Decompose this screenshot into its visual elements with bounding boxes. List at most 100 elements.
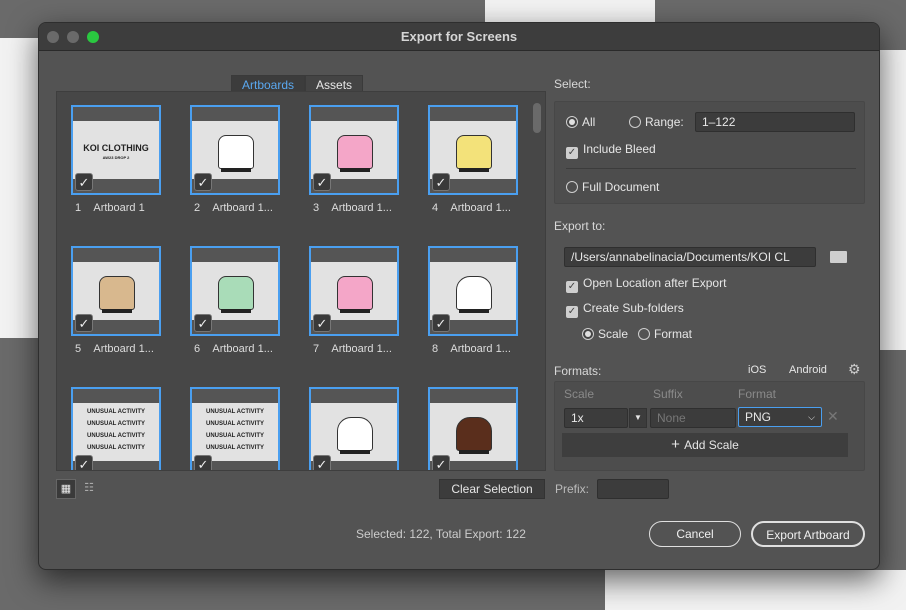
radio-icon bbox=[566, 116, 578, 128]
artboard-checkbox[interactable]: ✓ bbox=[194, 173, 212, 191]
artboard-thumbnail[interactable]: KOI CLOTHING AW23 DROP 2 ✓ bbox=[71, 105, 161, 195]
open-location-label: Open Location after Export bbox=[583, 276, 727, 290]
format-label: Format bbox=[654, 327, 693, 341]
remove-scale-icon[interactable]: ✕ bbox=[827, 408, 839, 425]
artboard-label: 7 Artboard 1... bbox=[313, 343, 392, 355]
artboard-checkbox[interactable]: ✓ bbox=[432, 455, 450, 470]
cancel-button[interactable]: Cancel bbox=[649, 521, 741, 547]
check-icon: ✓ bbox=[566, 147, 578, 159]
artboard-thumbnail[interactable]: ✓ bbox=[309, 246, 399, 336]
prefix-input[interactable] bbox=[597, 479, 669, 499]
zoom-window-button[interactable] bbox=[87, 31, 99, 43]
artboard-checkbox[interactable]: ✓ bbox=[194, 455, 212, 470]
sub-folders-label: Create Sub-folders bbox=[583, 301, 684, 315]
artboard-name: Artboard 1 bbox=[93, 202, 145, 214]
artboard-thumbnail[interactable]: ✓ bbox=[190, 105, 280, 195]
artboard-name: Artboard 1... bbox=[331, 202, 392, 214]
artboard-checkbox[interactable]: ✓ bbox=[313, 455, 331, 470]
artboard-checkbox[interactable]: ✓ bbox=[432, 314, 450, 332]
export-artboard-button[interactable]: Export Artboard bbox=[751, 521, 865, 547]
scale-input[interactable]: 1x bbox=[564, 408, 628, 428]
artboard-label: 3 Artboard 1... bbox=[313, 202, 392, 214]
artboard-name: Artboard 1... bbox=[331, 343, 392, 355]
artboard-thumbnail[interactable]: ✓ bbox=[428, 105, 518, 195]
select-label: Select: bbox=[554, 77, 591, 91]
full-document-radio[interactable]: Full Document bbox=[566, 180, 659, 194]
artboard-checkbox[interactable]: ✓ bbox=[75, 314, 93, 332]
check-icon: ✓ bbox=[566, 306, 578, 318]
all-radio[interactable]: All bbox=[566, 115, 595, 129]
check-icon: ✓ bbox=[566, 281, 578, 293]
selection-status: Selected: 122, Total Export: 122 bbox=[356, 527, 526, 541]
hoodie-illustration bbox=[337, 417, 373, 454]
artboard-checkbox[interactable]: ✓ bbox=[194, 314, 212, 332]
title-bar: Export for Screens bbox=[39, 23, 879, 51]
sub-folders-checkbox[interactable]: ✓ Create Sub-folders bbox=[566, 301, 684, 318]
artboard-preview: UNUSUAL ACTIVITY UNUSUAL ACTIVITY UNUSUAL … bbox=[73, 403, 159, 461]
artboard-thumbnail[interactable]: ✓ bbox=[190, 246, 280, 336]
artboard-checkbox[interactable]: ✓ bbox=[313, 173, 331, 191]
artboard-preview bbox=[430, 262, 516, 320]
grid-view-icon[interactable]: ▦ bbox=[56, 479, 76, 499]
artboard-label: 5 Artboard 1... bbox=[75, 343, 154, 355]
artboard-number: 5 bbox=[75, 343, 82, 355]
sweater-illustration bbox=[99, 276, 135, 313]
artboard-thumbnail[interactable]: ✓ bbox=[428, 246, 518, 336]
close-window-button[interactable] bbox=[47, 31, 59, 43]
clear-selection-button[interactable]: Clear Selection bbox=[439, 479, 545, 499]
chevron-down-icon: ⌵ bbox=[808, 412, 815, 422]
include-bleed-checkbox[interactable]: ✓ Include Bleed bbox=[566, 142, 656, 159]
gear-icon[interactable]: ⚙ bbox=[848, 361, 861, 378]
artboard-name: Artboard 1... bbox=[450, 202, 511, 214]
artboard-number: 1 bbox=[75, 202, 82, 214]
artboard-number: 2 bbox=[194, 202, 201, 214]
grid-scrollbar[interactable] bbox=[532, 91, 542, 471]
artboard-thumbnail[interactable]: ✓ bbox=[309, 387, 399, 470]
artboard-thumbnail[interactable]: UNUSUAL ACTIVITY UNUSUAL ACTIVITY UNUSUAL … bbox=[190, 387, 280, 470]
open-location-checkbox[interactable]: ✓ Open Location after Export bbox=[566, 276, 726, 293]
artboard-thumbnail[interactable]: UNUSUAL ACTIVITY UNUSUAL ACTIVITY UNUSUAL … bbox=[71, 387, 161, 470]
format-select[interactable]: PNG ⌵ bbox=[738, 407, 822, 427]
scale-dropdown-icon[interactable]: ▼ bbox=[629, 408, 647, 428]
artboard-checkbox[interactable]: ✓ bbox=[432, 173, 450, 191]
background-artwork bbox=[485, 0, 655, 22]
artboard-label: 2 Artboard 1... bbox=[194, 202, 273, 214]
artboard-preview bbox=[311, 121, 397, 179]
minimize-window-button[interactable] bbox=[67, 31, 79, 43]
list-view-icon[interactable]: ☷ bbox=[79, 479, 99, 499]
format-header: Format bbox=[738, 387, 777, 401]
range-radio[interactable]: Range: bbox=[629, 115, 684, 129]
artboard-preview bbox=[311, 403, 397, 461]
export-to-label: Export to: bbox=[554, 219, 606, 233]
preview-text: UNUSUAL ACTIVITY bbox=[86, 433, 145, 439]
artboard-checkbox[interactable]: ✓ bbox=[313, 314, 331, 332]
background-artwork bbox=[605, 570, 906, 610]
scale-header: Scale bbox=[564, 387, 595, 401]
artboard-preview bbox=[430, 403, 516, 461]
artboard-thumbnail[interactable]: ✓ bbox=[71, 246, 161, 336]
add-scale-button[interactable]: + Add Scale bbox=[562, 433, 848, 457]
export-dialog: Export for Screens Artboards Assets KOI … bbox=[38, 22, 880, 570]
format-value: PNG bbox=[745, 410, 772, 424]
folder-icon[interactable] bbox=[830, 251, 847, 263]
radio-icon bbox=[638, 328, 650, 340]
hoodie-illustration bbox=[456, 276, 492, 313]
preview-title: KOI CLOTHING bbox=[83, 143, 149, 153]
artboard-checkbox[interactable]: ✓ bbox=[75, 173, 93, 191]
include-bleed-label: Include Bleed bbox=[583, 142, 656, 156]
hoodie-illustration bbox=[456, 417, 492, 454]
radio-icon bbox=[566, 181, 578, 193]
artboard-thumbnail[interactable]: ✓ bbox=[428, 387, 518, 470]
artboard-checkbox[interactable]: ✓ bbox=[75, 455, 93, 470]
scrollbar-thumb[interactable] bbox=[533, 103, 541, 133]
format-radio[interactable]: Format bbox=[638, 327, 692, 341]
window-title: Export for Screens bbox=[400, 29, 518, 44]
sweater-illustration bbox=[337, 135, 373, 172]
range-input[interactable]: 1–122 bbox=[695, 112, 855, 132]
scale-radio[interactable]: Scale bbox=[582, 327, 628, 341]
export-path-input[interactable]: /Users/annabelinacia/Documents/KOI CL bbox=[564, 247, 816, 267]
ios-preset-button[interactable]: iOS bbox=[748, 364, 766, 376]
suffix-input[interactable]: None bbox=[650, 408, 736, 428]
artboard-thumbnail[interactable]: ✓ bbox=[309, 105, 399, 195]
android-preset-button[interactable]: Android bbox=[789, 364, 827, 376]
